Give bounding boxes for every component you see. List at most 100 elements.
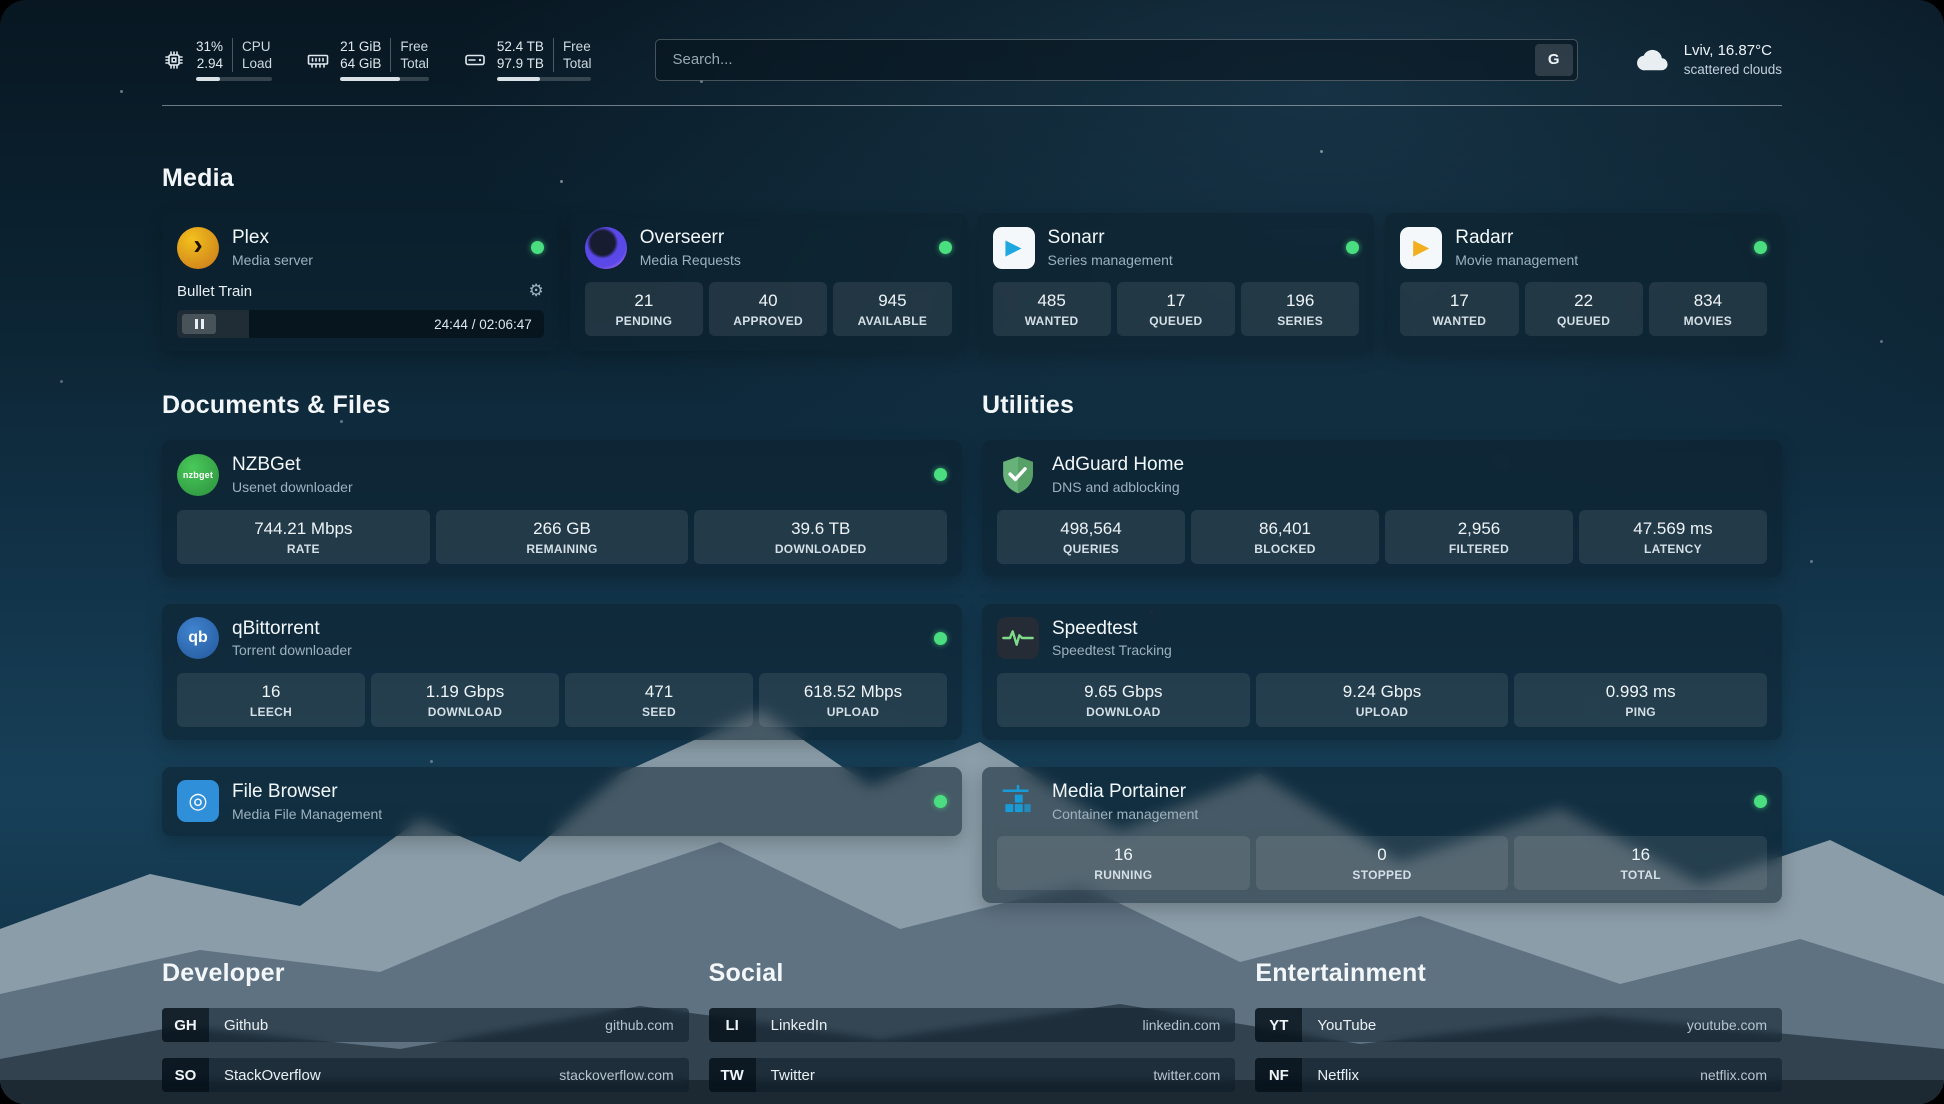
status-dot — [1346, 241, 1359, 254]
search-container: G — [655, 39, 1577, 81]
ram-free-value: 21 GiB — [340, 38, 381, 55]
service-card-radarr[interactable]: ▶ Radarr Movie management 17WANTED 22QUE… — [1385, 213, 1782, 351]
stat: 498,564QUERIES — [997, 510, 1185, 564]
stat: 485WANTED — [993, 282, 1111, 336]
service-card-overseerr[interactable]: Overseerr Media Requests 21PENDING 40APP… — [570, 213, 967, 351]
sonarr-icon: ▶ — [993, 227, 1035, 269]
disk-label-1: Free — [563, 38, 592, 55]
service-card-qbittorrent[interactable]: qb qBittorrent Torrent downloader 16LEEC… — [162, 604, 962, 740]
disk-widget: 52.4 TB 97.9 TB Free Total — [463, 38, 592, 81]
overseerr-icon — [585, 227, 627, 269]
stat-label: QUEUED — [1121, 314, 1231, 328]
bookmark-domain: stackoverflow.com — [559, 1067, 688, 1083]
stat-value: 22 — [1529, 291, 1639, 311]
service-name: NZBGet — [232, 453, 353, 477]
service-card-nzbget[interactable]: nzbget NZBGet Usenet downloader 744.21 M… — [162, 440, 962, 576]
disk-label-2: Total — [563, 55, 592, 72]
stat: 21PENDING — [585, 282, 703, 336]
bookmark-stackoverflow[interactable]: SO StackOverflow stackoverflow.com — [162, 1058, 689, 1092]
stat-label: SERIES — [1245, 314, 1355, 328]
weather-location: Lviv, 16.87°C — [1684, 41, 1782, 60]
stat-value: 744.21 Mbps — [181, 519, 426, 539]
stat-label: MOVIES — [1653, 314, 1763, 328]
filebrowser-icon: ◎ — [177, 780, 219, 822]
stat-label: TOTAL — [1518, 868, 1763, 882]
header-divider — [162, 105, 1782, 106]
stat: 39.6 TB DOWNLOADED — [694, 510, 947, 564]
stat-value: 16 — [181, 682, 361, 702]
stat-value: 9.65 Gbps — [1001, 682, 1246, 702]
stat-value: 21 — [589, 291, 699, 311]
bookmark-linkedin[interactable]: LI LinkedIn linkedin.com — [709, 1008, 1236, 1042]
bookmark-abbr: SO — [162, 1058, 209, 1092]
bookmark-youtube[interactable]: YT YouTube youtube.com — [1255, 1008, 1782, 1042]
developer-section-title: Developer — [162, 959, 689, 988]
stat: 40APPROVED — [709, 282, 827, 336]
social-bookmarks-section: Social LI LinkedIn linkedin.com TW Twitt… — [709, 959, 1236, 1104]
service-card-plex[interactable]: › Plex Media server Bullet Train ⚙ — [162, 213, 559, 351]
service-name: Plex — [232, 226, 313, 250]
stat-value: 17 — [1404, 291, 1514, 311]
resource-widgets: 31% 2.94 CPU Load — [162, 38, 591, 81]
stat: 834MOVIES — [1649, 282, 1767, 336]
stat-value: 196 — [1245, 291, 1355, 311]
service-desc: Media File Management — [232, 806, 382, 824]
stat: 196 SERIES — [1241, 282, 1359, 336]
service-desc: Speedtest Tracking — [1052, 642, 1172, 660]
documents-section-title: Documents & Files — [162, 391, 962, 420]
weather-widget: Lviv, 16.87°C scattered clouds — [1634, 41, 1782, 79]
search-input[interactable] — [655, 39, 1577, 81]
disk-total-value: 97.9 TB — [497, 55, 544, 72]
stat-label: REMAINING — [440, 542, 685, 556]
service-desc: Usenet downloader — [232, 479, 353, 497]
stat-value: 47.569 ms — [1583, 519, 1763, 539]
service-name: qBittorrent — [232, 617, 352, 641]
bookmark-name: Github — [209, 1017, 268, 1034]
status-dot — [934, 795, 947, 808]
stat-value: 1.19 Gbps — [375, 682, 555, 702]
bookmark-name: Twitter — [756, 1067, 815, 1084]
search-provider-button[interactable]: G — [1535, 44, 1573, 76]
disk-free-value: 52.4 TB — [497, 38, 544, 55]
service-card-portainer[interactable]: Media Portainer Container management 16R… — [982, 767, 1782, 903]
service-card-filebrowser[interactable]: ◎ File Browser Media File Management — [162, 767, 962, 836]
stat-label: SEED — [569, 705, 749, 719]
bookmark-domain: netflix.com — [1700, 1067, 1782, 1083]
service-desc: DNS and adblocking — [1052, 479, 1184, 497]
bookmark-github[interactable]: GH Github github.com — [162, 1008, 689, 1042]
entertainment-bookmarks-section: Entertainment YT YouTube youtube.com NF … — [1255, 959, 1782, 1104]
stat: 16 LEECH — [177, 673, 365, 727]
bookmark-name: YouTube — [1302, 1017, 1376, 1034]
stat-value: 0.993 ms — [1518, 682, 1763, 702]
player-progress-strip[interactable]: 24:44 / 02:06:47 — [177, 310, 544, 338]
stat-label: FILTERED — [1389, 542, 1569, 556]
portainer-crane-icon — [997, 780, 1039, 822]
stat-value: 39.6 TB — [698, 519, 943, 539]
stat: 17QUEUED — [1117, 282, 1235, 336]
bookmark-twitter[interactable]: TW Twitter twitter.com — [709, 1058, 1236, 1092]
media-section-title: Media — [162, 164, 1782, 193]
service-card-adguard[interactable]: AdGuard Home DNS and adblocking 498,564Q… — [982, 440, 1782, 576]
plex-icon: › — [177, 227, 219, 269]
bookmark-domain: github.com — [605, 1017, 688, 1033]
top-bar: 31% 2.94 CPU Load — [162, 38, 1782, 81]
stat-label: DOWNLOADED — [698, 542, 943, 556]
ram-label-1: Free — [400, 38, 429, 55]
stat-label: LEECH — [181, 705, 361, 719]
bookmark-name: LinkedIn — [756, 1017, 828, 1034]
stat-label: UPLOAD — [763, 705, 943, 719]
stat: 16RUNNING — [997, 836, 1250, 890]
service-card-speedtest[interactable]: Speedtest Speedtest Tracking 9.65 GbpsDO… — [982, 604, 1782, 740]
cpu-label-2: Load — [242, 55, 272, 72]
pause-button[interactable] — [182, 314, 216, 334]
bookmark-netflix[interactable]: NF Netflix netflix.com — [1255, 1058, 1782, 1092]
service-name: File Browser — [232, 780, 382, 804]
weather-condition: scattered clouds — [1684, 60, 1782, 79]
now-playing-title: Bullet Train — [177, 283, 252, 300]
disk-progress-bar — [497, 77, 592, 81]
stat-value: 9.24 Gbps — [1260, 682, 1505, 702]
service-name: Sonarr — [1048, 226, 1173, 250]
player-time: 24:44 / 02:06:47 — [434, 317, 544, 332]
gear-icon[interactable]: ⚙ — [529, 281, 544, 301]
service-card-sonarr[interactable]: ▶ Sonarr Series management 485WANTED 17Q… — [978, 213, 1375, 351]
